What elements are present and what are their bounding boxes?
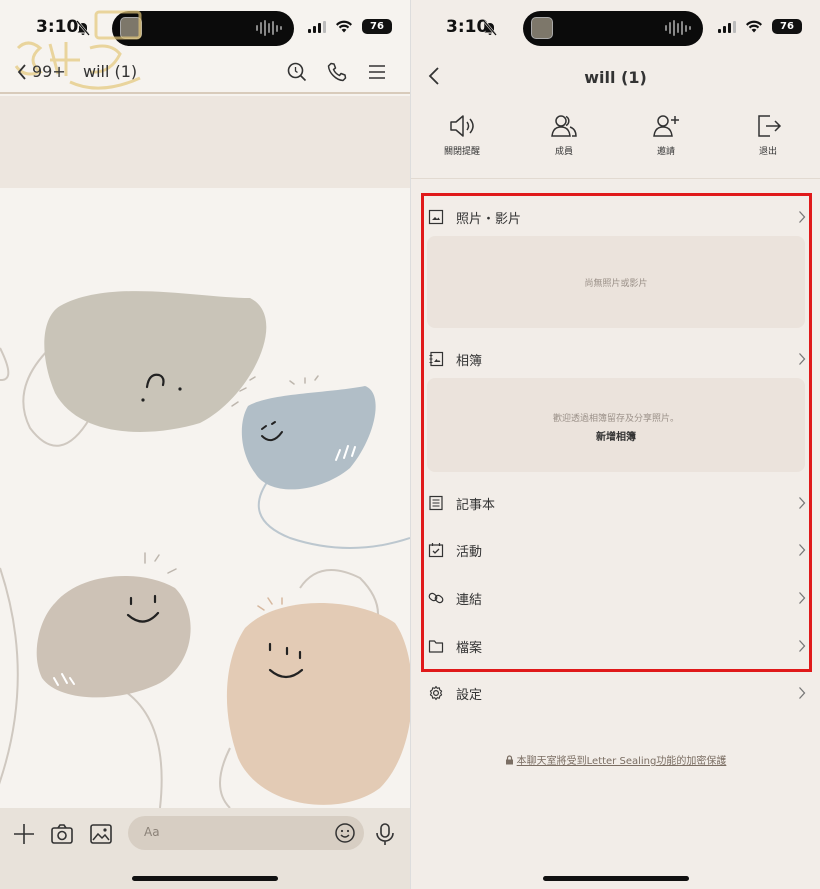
photo-icon: [428, 209, 444, 225]
microphone-icon[interactable]: [374, 822, 396, 846]
status-time: 3:10: [446, 17, 489, 37]
albums-hint-text: 歡迎透過相簿留存及分享照片。: [552, 414, 679, 424]
albums-row[interactable]: 相簿: [428, 347, 806, 371]
members-icon: [551, 115, 577, 137]
speaker-icon: [450, 115, 474, 137]
divider-line: [411, 178, 820, 179]
chevron-right-icon: [799, 497, 806, 509]
unread-count: 99+: [32, 62, 66, 81]
lock-icon: [505, 755, 513, 765]
now-playing-thumbnail: [531, 17, 553, 39]
link-icon: [428, 592, 444, 604]
wifi-icon: [336, 20, 352, 33]
chat-title: will (1): [83, 62, 138, 81]
row-label: 連結: [456, 592, 483, 608]
mute-notifications-button[interactable]: 關閉提醒: [427, 112, 497, 157]
calendar-check-icon: [428, 543, 444, 558]
signal-icon: [308, 20, 326, 33]
search-icon[interactable]: [286, 61, 308, 83]
links-row[interactable]: 連結: [428, 586, 806, 610]
camera-icon[interactable]: [50, 822, 74, 846]
create-album-button[interactable]: 新增相簿: [427, 428, 805, 443]
events-row[interactable]: 活動: [428, 538, 806, 562]
row-label: 相簿: [456, 353, 483, 369]
info-header: will (1): [411, 62, 820, 94]
members-button[interactable]: 成員: [529, 112, 599, 157]
gallery-icon[interactable]: [89, 822, 113, 846]
back-button[interactable]: 99+: [16, 62, 66, 81]
add-user-icon: [653, 115, 679, 137]
chevron-right-icon: [799, 544, 806, 556]
chat-wallpaper: [0, 188, 410, 808]
home-indicator[interactable]: [132, 876, 278, 881]
chat-header: 99+ will (1): [0, 54, 410, 94]
status-bar: 3:10 76: [411, 0, 820, 56]
plus-icon[interactable]: [12, 822, 36, 846]
exit-icon: [758, 115, 782, 137]
audio-wave-icon: [256, 20, 282, 36]
emoji-icon[interactable]: [334, 822, 356, 844]
chevron-right-icon: [799, 687, 806, 699]
gear-icon: [429, 685, 443, 701]
chevron-left-icon: [17, 63, 26, 80]
note-icon: [429, 495, 443, 511]
audio-wave-icon: [665, 20, 691, 36]
folder-icon: [428, 640, 444, 653]
chat-name-title: will (1): [584, 68, 647, 87]
chevron-right-icon: [799, 640, 806, 652]
action-label: 邀請: [656, 147, 675, 157]
encryption-note-text: 本聊天室將受到Letter Sealing功能的加密保護: [516, 756, 727, 767]
photos-empty-card: 尚無照片或影片: [427, 236, 805, 328]
settings-row[interactable]: 設定: [428, 681, 806, 705]
row-label: 記事本: [456, 497, 496, 513]
encryption-note[interactable]: 本聊天室將受到Letter Sealing功能的加密保護: [411, 752, 820, 767]
menu-icon[interactable]: [366, 61, 388, 83]
wifi-icon: [746, 20, 762, 33]
chat-info-screen: 3:10 76 will (1) 關閉提醒 成員 邀請 退出 照片・影片 尚無照…: [411, 0, 820, 889]
chevron-right-icon: [799, 211, 806, 223]
album-icon: [429, 351, 444, 367]
photos-videos-row[interactable]: 照片・影片: [428, 205, 806, 229]
silent-bell-icon: [483, 20, 497, 36]
message-placeholder: Aa: [144, 825, 160, 839]
battery-icon: 76: [362, 19, 392, 34]
action-row: 關閉提醒 成員 邀請 退出: [411, 112, 820, 162]
phone-icon[interactable]: [326, 61, 348, 83]
leave-button[interactable]: 退出: [733, 112, 803, 157]
signal-icon: [718, 20, 736, 33]
files-row[interactable]: 檔案: [428, 634, 806, 658]
message-input[interactable]: Aa: [128, 816, 364, 850]
chat-screen: 3:10 76 99+ will (1) Aa: [0, 0, 410, 889]
empty-photos-text: 尚無照片或影片: [584, 279, 648, 289]
action-label: 成員: [554, 147, 573, 157]
row-label: 設定: [456, 687, 483, 703]
row-label: 照片・影片: [456, 211, 522, 227]
invite-button[interactable]: 邀請: [631, 112, 701, 157]
chevron-right-icon: [799, 592, 806, 604]
notes-row[interactable]: 記事本: [428, 491, 806, 515]
dynamic-island[interactable]: [523, 11, 703, 46]
battery-icon: 76: [772, 19, 802, 34]
chevron-right-icon: [799, 353, 806, 365]
action-label: 關閉提醒: [443, 147, 480, 157]
action-label: 退出: [758, 147, 777, 157]
pinned-strip: [0, 96, 410, 188]
message-input-bar: Aa: [0, 808, 410, 889]
row-label: 檔案: [456, 640, 483, 656]
albums-card: 歡迎透過相簿留存及分享照片。 新增相簿: [427, 378, 805, 472]
home-indicator[interactable]: [542, 876, 689, 881]
row-label: 活動: [456, 544, 483, 560]
